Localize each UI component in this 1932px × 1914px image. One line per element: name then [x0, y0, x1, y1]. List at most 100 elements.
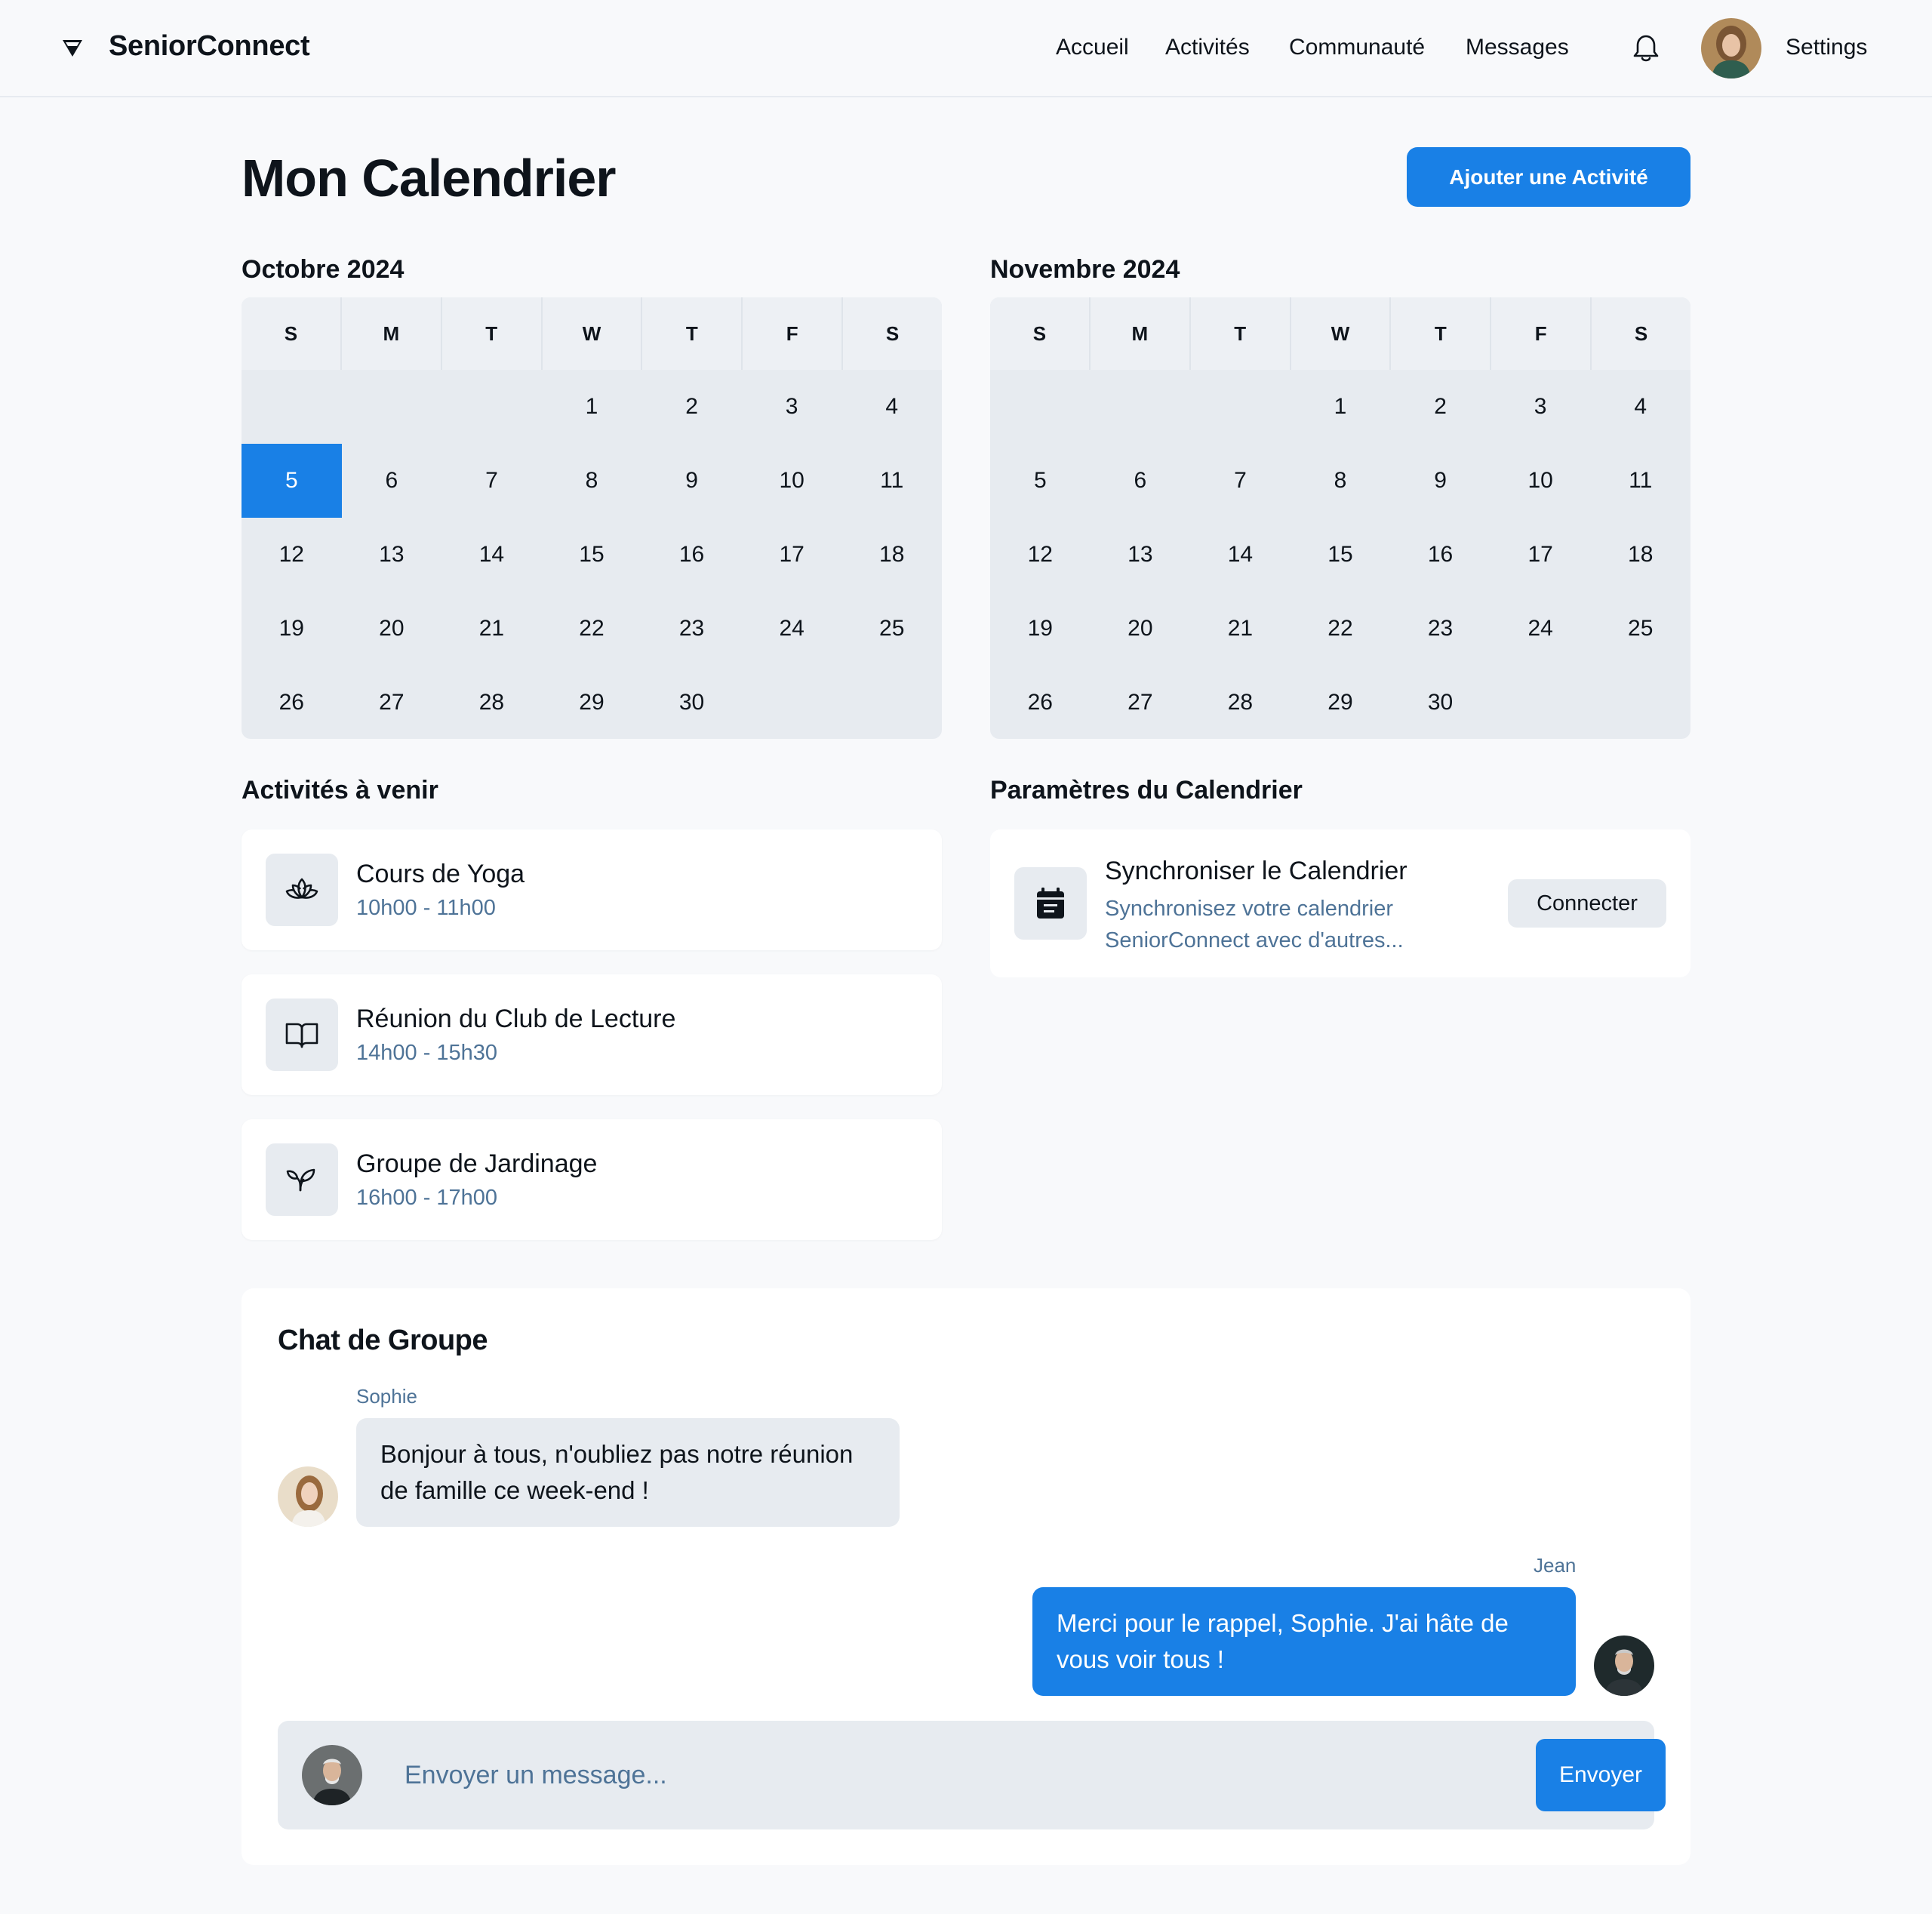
day-cell[interactable]: 3: [742, 370, 842, 444]
day-cell[interactable]: 14: [1190, 518, 1291, 592]
sync-description: Synchronisez votre calendrier SeniorConn…: [1105, 893, 1429, 956]
message-input[interactable]: [405, 1748, 1386, 1802]
calendar-icon: [1014, 867, 1087, 940]
day-cell[interactable]: 29: [1291, 666, 1391, 739]
day-cell[interactable]: 20: [342, 592, 442, 666]
bell-icon[interactable]: [1632, 33, 1660, 63]
nav-link-activites[interactable]: Activités: [1165, 35, 1250, 60]
message-line: de famille ce week-end !: [380, 1476, 649, 1504]
day-cell[interactable]: 2: [1390, 370, 1491, 444]
logo-icon: [63, 40, 82, 57]
day-cell[interactable]: 26: [242, 666, 342, 739]
day-cell[interactable]: 27: [1091, 666, 1191, 739]
day-grid: 1 2 3 4 5 6 7 8 9 10 11 12 13 14 15 16 17 18 19 20 21 22 23 24 2…: [990, 370, 1690, 739]
nav-link-communaute[interactable]: Communauté: [1289, 35, 1425, 60]
empty-day-cell: [242, 370, 342, 444]
day-cell[interactable]: 3: [1491, 370, 1591, 444]
day-cell[interactable]: 10: [1491, 444, 1591, 518]
day-cell[interactable]: 2: [641, 370, 742, 444]
activity-card[interactable]: Groupe de Jardinage 16h00 - 17h00: [242, 1119, 942, 1240]
day-cell[interactable]: 19: [990, 592, 1091, 666]
message-line: Bonjour à tous, n'oubliez pas notre réun…: [380, 1440, 854, 1468]
message-line: Merci pour le rappel, Sophie. J'ai hâte …: [1057, 1609, 1509, 1637]
empty-day-cell: [1091, 370, 1191, 444]
app-name[interactable]: SeniorConnect: [109, 30, 310, 63]
day-cell[interactable]: 20: [1091, 592, 1191, 666]
day-cell[interactable]: 26: [990, 666, 1091, 739]
group-chat-panel: Chat de Groupe Sophie Bonjour à tous, n'…: [242, 1288, 1690, 1865]
day-cell[interactable]: 8: [1291, 444, 1391, 518]
day-cell[interactable]: 28: [441, 666, 542, 739]
message-line: vous voir tous !: [1057, 1645, 1224, 1673]
activity-card[interactable]: Réunion du Club de Lecture 14h00 - 15h30: [242, 974, 942, 1095]
day-cell[interactable]: 8: [542, 444, 642, 518]
day-cell[interactable]: 4: [841, 370, 942, 444]
calendar-november: SMTWTFS 1 2 3 4 5 6 7 8 9 10 11 12 13 14 15 16 17 18 19 20 2…: [990, 297, 1690, 739]
day-cell[interactable]: 16: [1390, 518, 1491, 592]
day-cell[interactable]: 9: [1390, 444, 1491, 518]
weekday-label: T: [1190, 297, 1291, 370]
day-cell[interactable]: 18: [1590, 518, 1690, 592]
activity-time: 16h00 - 17h00: [356, 1186, 498, 1210]
day-cell[interactable]: 4: [1590, 370, 1690, 444]
day-cell[interactable]: 6: [1091, 444, 1191, 518]
day-cell[interactable]: 18: [841, 518, 942, 592]
day-cell[interactable]: 22: [1291, 592, 1391, 666]
day-cell[interactable]: 15: [542, 518, 642, 592]
day-cell[interactable]: 13: [1091, 518, 1191, 592]
calendar-october: SMTWTFS 1 2 3 4 5 6 7 8 9 10 11 12 13 14 15 16 17 18 19 20 2…: [242, 297, 942, 739]
sync-calendar-card: Synchroniser le Calendrier Synchronisez …: [990, 829, 1690, 977]
day-cell[interactable]: 9: [641, 444, 742, 518]
book-icon: [266, 999, 338, 1071]
day-cell[interactable]: 7: [441, 444, 542, 518]
day-cell[interactable]: 25: [841, 592, 942, 666]
day-cell[interactable]: 24: [1491, 592, 1591, 666]
connect-button[interactable]: Connecter: [1508, 879, 1666, 928]
day-cell[interactable]: 30: [1390, 666, 1491, 739]
day-cell[interactable]: 5: [990, 444, 1091, 518]
day-cell[interactable]: 7: [1190, 444, 1291, 518]
day-cell[interactable]: 21: [1190, 592, 1291, 666]
day-cell[interactable]: 1: [1291, 370, 1391, 444]
activity-name: Réunion du Club de Lecture: [356, 1005, 676, 1033]
day-cell[interactable]: 23: [1390, 592, 1491, 666]
day-cell[interactable]: 27: [342, 666, 442, 739]
day-cell[interactable]: 11: [1590, 444, 1690, 518]
user-avatar[interactable]: [1701, 18, 1761, 78]
day-cell[interactable]: 10: [742, 444, 842, 518]
lotus-icon: [266, 854, 338, 926]
day-cell[interactable]: 1: [542, 370, 642, 444]
day-cell[interactable]: 13: [342, 518, 442, 592]
day-cell[interactable]: 12: [242, 518, 342, 592]
day-cell[interactable]: 17: [1491, 518, 1591, 592]
day-cell[interactable]: 29: [542, 666, 642, 739]
day-cell[interactable]: 12: [990, 518, 1091, 592]
settings-link[interactable]: Settings: [1786, 35, 1867, 60]
november-month-title: Novembre 2024: [990, 255, 1180, 284]
nav-link-messages[interactable]: Messages: [1466, 35, 1569, 60]
day-cell[interactable]: 14: [441, 518, 542, 592]
day-cell[interactable]: 24: [742, 592, 842, 666]
activity-time: 10h00 - 11h00: [356, 896, 496, 920]
empty-day-cell: [441, 370, 542, 444]
add-activity-button[interactable]: Ajouter une Activité: [1407, 147, 1690, 207]
empty-day-cell: [342, 370, 442, 444]
day-cell[interactable]: 15: [1291, 518, 1391, 592]
day-cell[interactable]: 23: [641, 592, 742, 666]
current-user-avatar: [302, 1745, 362, 1805]
day-cell[interactable]: 25: [1590, 592, 1690, 666]
nav-link-accueil[interactable]: Accueil: [1056, 35, 1129, 60]
selected-day-cell[interactable]: 5: [242, 444, 342, 518]
day-cell[interactable]: 17: [742, 518, 842, 592]
day-cell[interactable]: 28: [1190, 666, 1291, 739]
day-cell[interactable]: 21: [441, 592, 542, 666]
weekday-label: S: [843, 297, 942, 370]
send-button[interactable]: Envoyer: [1536, 1739, 1666, 1811]
day-cell[interactable]: 30: [641, 666, 742, 739]
day-cell[interactable]: 11: [841, 444, 942, 518]
day-cell[interactable]: 16: [641, 518, 742, 592]
activity-card[interactable]: Cours de Yoga 10h00 - 11h00: [242, 829, 942, 950]
day-cell[interactable]: 19: [242, 592, 342, 666]
day-cell[interactable]: 6: [342, 444, 442, 518]
day-cell[interactable]: 22: [542, 592, 642, 666]
